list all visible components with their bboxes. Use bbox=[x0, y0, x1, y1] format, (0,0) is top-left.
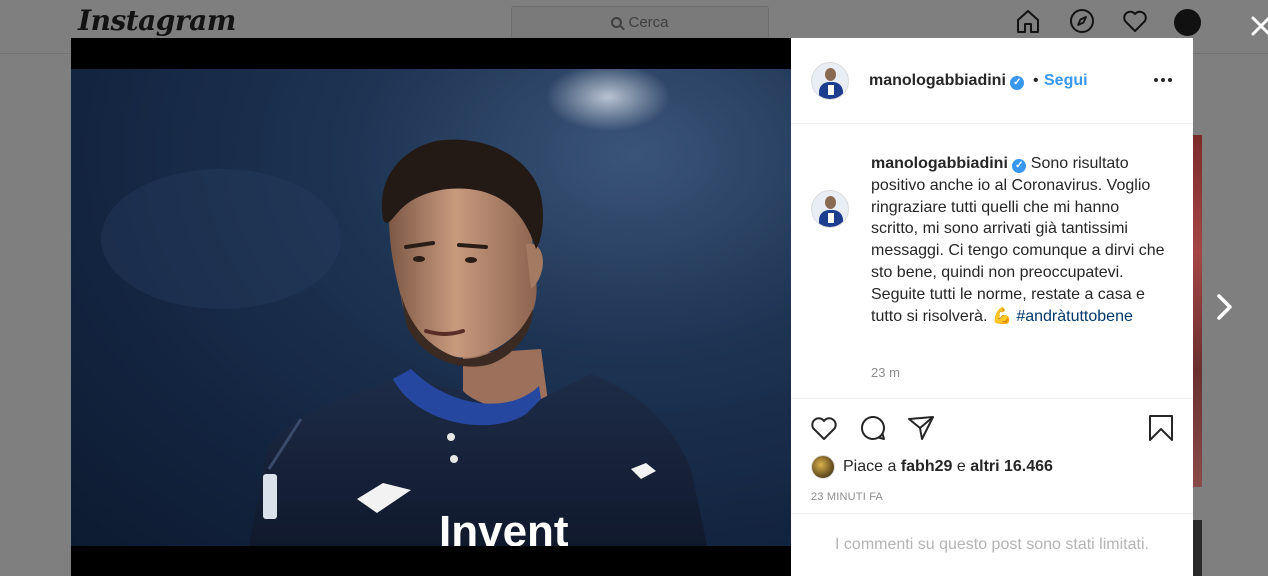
post-timestamp[interactable]: 23 MINUTI FA bbox=[811, 491, 883, 503]
chevron-right-icon[interactable] bbox=[1214, 292, 1236, 322]
caption-time: 23 m bbox=[871, 365, 900, 380]
heart-icon[interactable] bbox=[1122, 8, 1148, 34]
player-photo-illustration: Invent bbox=[101, 69, 707, 546]
post-caption: manologabbiadini ✓ Sono risultato positi… bbox=[871, 153, 1169, 327]
search-icon bbox=[611, 17, 623, 28]
profile-avatar[interactable] bbox=[1174, 9, 1201, 36]
comment-bubble-icon[interactable] bbox=[858, 413, 888, 443]
background-post-thumbnail bbox=[1193, 135, 1202, 487]
follow-button[interactable]: Segui bbox=[1044, 72, 1088, 90]
caption-username[interactable]: manologabbiadini bbox=[871, 155, 1008, 172]
post-media[interactable]: Invent bbox=[71, 38, 791, 576]
home-icon[interactable] bbox=[1015, 8, 1041, 34]
like-heart-icon[interactable] bbox=[809, 413, 839, 443]
separator-dot: • bbox=[1033, 72, 1039, 89]
share-send-icon[interactable] bbox=[906, 413, 936, 443]
post-header: manologabbiadini ✓ • Segui bbox=[791, 38, 1193, 124]
more-options-icon[interactable] bbox=[1151, 68, 1175, 92]
jersey-sponsor-text: Invent bbox=[439, 507, 569, 546]
search-input[interactable]: Cerca bbox=[511, 6, 769, 39]
author-username-row: manologabbiadini ✓ bbox=[869, 72, 1025, 90]
post-details-panel: manologabbiadini ✓ • Segui manologabbiad… bbox=[791, 38, 1193, 576]
verified-badge-icon: ✓ bbox=[1010, 76, 1025, 90]
caption-area: manologabbiadini ✓ Sono risultato positi… bbox=[791, 124, 1193, 399]
search-placeholder: Cerca bbox=[628, 14, 669, 31]
likes-count-link[interactable]: altri 16.466 bbox=[970, 458, 1053, 475]
hashtag-link[interactable]: #andràtuttobene bbox=[1016, 308, 1133, 325]
author-avatar[interactable] bbox=[811, 62, 849, 100]
flexed-biceps-emoji: 💪 bbox=[991, 307, 1012, 325]
likes-prefix: Piace a bbox=[843, 458, 897, 475]
post-modal: Invent manologabbiadini ✓ • Segui manolo… bbox=[71, 38, 1193, 576]
liker-avatar[interactable] bbox=[811, 455, 835, 479]
bookmark-save-icon[interactable] bbox=[1146, 413, 1176, 443]
caption-author-avatar[interactable] bbox=[811, 190, 849, 228]
explore-compass-icon[interactable] bbox=[1069, 8, 1095, 34]
author-username[interactable]: manologabbiadini bbox=[869, 72, 1006, 89]
caption-body: Sono risultato positivo anche io al Coro… bbox=[871, 155, 1165, 325]
likes-summary: Piace a fabh29 e altri 16.466 bbox=[811, 455, 1053, 479]
comments-limited-notice: I commenti su questo post sono stati lim… bbox=[791, 513, 1193, 576]
liker-username[interactable]: fabh29 bbox=[901, 458, 953, 475]
close-icon[interactable] bbox=[1249, 14, 1268, 38]
background-post-thumbnail bbox=[1193, 520, 1202, 576]
verified-badge-icon: ✓ bbox=[1012, 159, 1027, 173]
instagram-logo[interactable]: Instagram bbox=[78, 4, 236, 37]
post-photo: Invent bbox=[71, 69, 791, 546]
post-actions-bar bbox=[791, 408, 1193, 448]
likes-connector: e bbox=[956, 458, 966, 475]
